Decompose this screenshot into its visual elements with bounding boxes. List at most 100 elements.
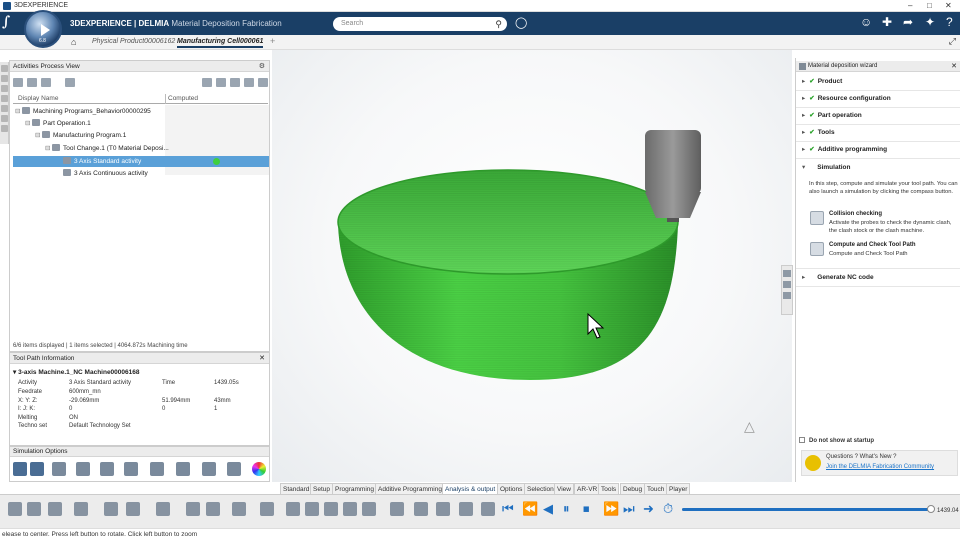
3d-compass-icon[interactable]: △ [744,418,755,435]
tree-tool-icon[interactable] [41,78,51,87]
column-display-name[interactable]: Display Name [18,95,58,102]
tree-item-part-operation[interactable]: ⊟ Part Operation.1 [25,119,91,130]
machine-name[interactable]: ▾ 3-axis Machine.1_NC Machine00006168 [13,368,139,376]
tab-tools[interactable]: Tools [598,483,620,494]
panel-settings-icon[interactable]: ⚙ [259,62,265,70]
play-reverse-icon[interactable]: ◀ [543,501,553,517]
tab-analysis-output[interactable]: Analysis & output [442,483,499,494]
collapse-icon[interactable]: ⊟ [35,131,41,139]
settings-icon[interactable] [481,502,495,516]
vtool-icon[interactable] [1,105,8,112]
tool-icon[interactable] [260,502,274,516]
vtool-icon[interactable] [1,125,8,132]
export-icon[interactable] [459,502,473,516]
sim-option-icon[interactable] [124,462,138,476]
tag-icon[interactable]: ◯ [515,16,527,29]
pause-icon[interactable]: ⏸ [563,501,570,517]
tab-selection[interactable]: Selection [524,483,557,494]
deposition-nozzle[interactable] [645,130,701,222]
step-generate-nc-code[interactable]: ▸ Generate NC code [802,273,874,287]
side-tool-icon[interactable] [783,292,791,299]
sim-mode-icon[interactable] [30,462,44,476]
step-resource-configuration[interactable]: ▸ ✔ Resource configuration [802,94,891,108]
step-back-icon[interactable]: ⏪ [522,501,538,517]
tool-icon[interactable] [436,502,450,516]
viewport-scene[interactable] [272,50,792,482]
tab-player[interactable]: Player [666,483,691,494]
compass-button[interactable]: 6.8 [24,10,62,48]
tool-icon[interactable] [206,502,220,516]
tree-item-machining-programs[interactable]: ⊟ Machining Programs_Behavior00000295 [15,107,151,118]
cut-icon[interactable] [8,502,22,516]
tab-physical-product[interactable]: Physical Product00006162 [92,38,175,45]
share-icon[interactable]: ➦ [903,15,913,29]
tree-item-3-axis-continuous[interactable]: 3 Axis Continuous activity [63,169,148,180]
close-icon[interactable]: ✕ [259,354,265,362]
arrow-right-icon[interactable]: ➜ [643,501,654,517]
help-icon[interactable]: ? [946,15,953,29]
tab-setup[interactable]: Setup [310,483,333,494]
search-icon[interactable]: ⚲ [495,19,502,30]
skip-end-icon[interactable]: ⏭ [623,501,635,517]
slider-knob[interactable] [927,505,935,513]
copy-icon[interactable] [27,502,41,516]
tab-programming[interactable]: Programming [332,483,378,494]
sim-option-icon[interactable] [52,462,66,476]
search-input[interactable]: Search ⚲ [333,17,507,31]
sim-mode-icon[interactable] [13,462,27,476]
3d-viewport[interactable]: △ [272,50,792,482]
measure-icon[interactable] [156,502,170,516]
tree-item-3-axis-standard[interactable]: 3 Axis Standard activity [63,157,141,168]
tree-tool-icon[interactable] [65,78,75,87]
tool-icon[interactable] [343,502,357,516]
zoom-icon[interactable] [104,502,118,516]
home-icon[interactable]: ⌂ [71,37,76,47]
tree-tool-icon[interactable] [13,78,23,87]
tab-debug[interactable]: Debug [620,483,646,494]
vtool-icon[interactable] [1,85,8,92]
side-tool-icon[interactable] [783,270,791,277]
new-tab-icon[interactable]: + [270,36,275,46]
paste-icon[interactable] [48,502,62,516]
ds-logo-icon[interactable]: ∫ [2,14,10,30]
tree-item-tool-change[interactable]: ⊟ Tool Change.1 (T0 Material Deposi... [45,144,169,155]
tab-view[interactable]: View [554,483,574,494]
maximize-icon[interactable]: □ [927,1,932,10]
tool-icon[interactable] [390,502,404,516]
column-computed[interactable]: Computed [168,95,198,102]
tool-icon[interactable] [324,502,338,516]
expand-icon[interactable]: ⤢ [949,36,956,47]
tab-additive-programming[interactable]: Additive Programming [375,483,445,494]
speed-icon[interactable]: ⏱ [663,501,673,517]
tree-tool-icon[interactable] [27,78,37,87]
tree-tool-icon[interactable] [258,78,268,87]
step-forward-icon[interactable]: ⏩ [603,501,619,517]
community-link[interactable]: Join the DELMIA Fabrication Community [826,464,934,470]
simulation-progress-slider[interactable] [682,505,935,513]
vtool-icon[interactable] [1,115,8,122]
tool-icon[interactable] [286,502,300,516]
vtool-icon[interactable] [1,75,8,82]
checkbox[interactable] [799,437,805,443]
tool-icon[interactable] [414,502,428,516]
tab-ar-vr[interactable]: AR-VR [574,483,601,494]
skip-start-icon[interactable]: ⏮ [502,501,514,517]
settings-icon[interactable] [244,78,254,87]
collapse-icon[interactable]: ⊟ [25,119,31,127]
color-wheel-icon[interactable] [252,462,266,476]
sim-option-icon[interactable] [100,462,114,476]
user-icon[interactable]: ☺ [860,15,872,29]
vtool-icon[interactable] [1,65,8,72]
find-icon[interactable] [202,78,212,87]
tree-tool-icon[interactable] [230,78,240,87]
tool-icon[interactable] [232,502,246,516]
close-icon[interactable]: ✕ [951,62,957,70]
view-icon[interactable] [126,502,140,516]
sim-option-icon[interactable] [150,462,164,476]
questions-text[interactable]: Questions ? What's New ? [826,454,897,460]
step-tools[interactable]: ▸ ✔ Tools [802,128,835,142]
tab-manufacturing-cell[interactable]: Manufacturing Cell000061 [177,38,264,48]
step-simulation[interactable]: ▾ Simulation [802,163,851,177]
undo-icon[interactable] [74,502,88,516]
tree-item-manufacturing-program[interactable]: ⊟ Manufacturing Program.1 [35,131,126,142]
